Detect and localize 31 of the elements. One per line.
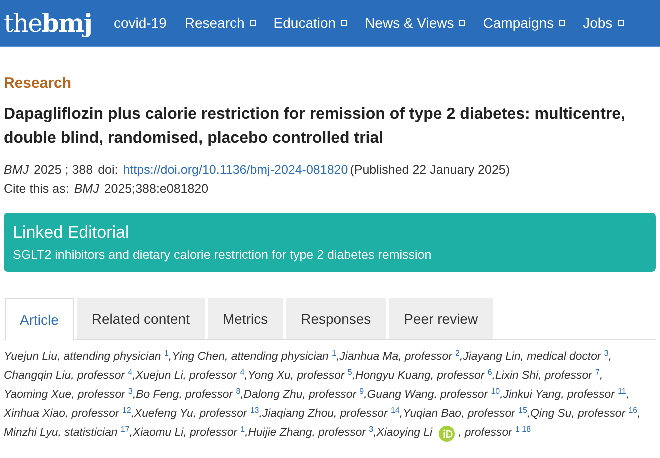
published-date: (Published 22 January 2025) bbox=[350, 162, 510, 179]
logo[interactable]: thebmj bbox=[4, 10, 92, 36]
tab[interactable]: Peer review bbox=[389, 298, 494, 339]
panel-heading: Linked Editorial bbox=[13, 223, 130, 243]
journal-name: BMJ bbox=[74, 181, 100, 198]
tab[interactable]: Responses bbox=[286, 298, 386, 339]
tab[interactable]: Related content bbox=[76, 298, 205, 339]
section-label: Research bbox=[4, 75, 73, 92]
author-list-text: Changqin Liu, professor $^{4}$,Xuejun Li, professor $^{4}$,Yong Xu, professor $^{5}$,Hongyu Kuang, professor $^{6}$,Lixin Shi, professor $^{7}$, bbox=[4, 367, 604, 384]
doi-label: doi: bbox=[98, 162, 118, 179]
author-list-text: Yuejun Liu, attending physician $^{1}$,Ying Chen, attending physician $^{1}$,Jianhua Ma, professor $^{2}$,Jiayang Lin, medical doctor $^{3}$, bbox=[4, 348, 612, 365]
article-title: Dapagliflozin plus calorie restriction for remission of type 2 diabetes: multicentre, double blind, randomised, placebo controlled trial bbox=[4, 105, 626, 149]
editorial-link[interactable]: SGLT2 inhibitors and dietary calorie restriction for type 2 diabetes remission bbox=[13, 248, 648, 262]
nav-link[interactable]: covid-19 bbox=[114, 15, 167, 31]
orcid-icon[interactable] bbox=[438, 426, 455, 442]
tab[interactable]: Article bbox=[5, 298, 74, 340]
volume-text: 2025 ; 388 bbox=[34, 162, 94, 179]
author-list-text: Yaoming Xue, professor $^{3}$,Bo Feng, professor $^{8}$,Dalong Zhu, professor $^{9}$,Guang Wang, professor $^{10}$,Jinkui Yang, professor $^{11}$, bbox=[4, 386, 630, 403]
author-list-text: Minzhi Lyu, statistician $^{17}$,Xiaomu Li, professor $^{1}$,Huijie Zhang, professor $^{3}$,Xiaoying Li bbox=[4, 424, 433, 441]
journal-name: BMJ bbox=[4, 162, 29, 179]
author-list-text: Xinhua Xiao, professor $^{12}$,Xuefeng Yu, professor $^{13}$,Jiaqiang Zhou, professor $^{14}$,Yuqian Bao, professor $^{15}$,Qing Su, professor $^{16}$, bbox=[4, 405, 641, 422]
nav-link[interactable]: News & Views bbox=[365, 15, 466, 31]
nav-link[interactable]: Jobs bbox=[583, 15, 624, 31]
cite-label: Cite this as: bbox=[4, 181, 70, 198]
nav-link[interactable]: Education bbox=[274, 15, 348, 31]
tab[interactable]: Metrics bbox=[208, 298, 284, 339]
doi-link[interactable]: https://doi.org/10.1136/bmj-2024-081820 bbox=[123, 161, 348, 180]
nav-link[interactable]: Research bbox=[184, 15, 256, 31]
nav-link[interactable]: Campaigns bbox=[483, 15, 566, 31]
author-list-text: , professor $^{1 18}$ bbox=[458, 424, 532, 441]
citation-reference: 2025;388:e081820 bbox=[104, 181, 209, 198]
